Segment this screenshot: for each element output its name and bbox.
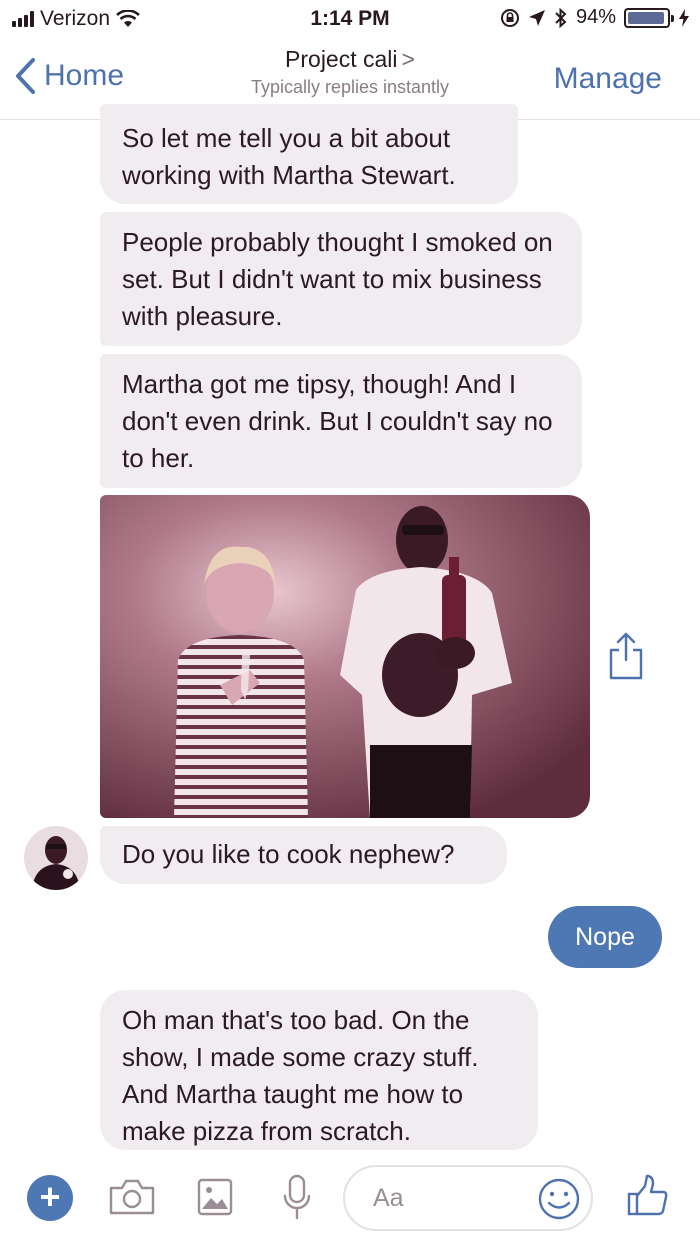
outgoing-message: Nope	[548, 906, 662, 968]
avatar[interactable]	[24, 826, 88, 890]
incoming-message: So let me tell you a bit about working w…	[100, 104, 518, 204]
share-icon[interactable]	[606, 630, 646, 680]
microphone-icon[interactable]	[282, 1174, 312, 1222]
plus-icon[interactable]: +	[27, 1175, 73, 1221]
thumbs-up-icon[interactable]	[627, 1174, 669, 1218]
incoming-message: Do you like to cook nephew?	[100, 826, 507, 884]
emoji-icon[interactable]	[537, 1177, 581, 1221]
chevron-right-icon: >	[401, 46, 415, 72]
charging-icon	[679, 8, 689, 27]
battery-percent: 94%	[575, 6, 616, 28]
bluetooth-icon	[555, 7, 567, 28]
incoming-message: Martha got me tipsy, though! And I don't…	[100, 354, 582, 488]
status-bar-right: 94%	[500, 6, 690, 29]
battery-icon	[624, 7, 674, 28]
location-icon	[528, 9, 545, 26]
status-bar: Verizon 1:14 PM 94%	[0, 0, 700, 40]
camera-icon[interactable]	[108, 1178, 156, 1216]
incoming-message: People probably thought I smoked on set.…	[100, 212, 582, 346]
manage-button[interactable]: Manage	[554, 62, 662, 96]
message-photo[interactable]	[100, 495, 590, 818]
image-icon[interactable]	[197, 1178, 233, 1216]
incoming-message: Oh man that's too bad. On the show, I ma…	[100, 990, 538, 1150]
conversation-title: Project cali	[285, 46, 398, 72]
rotation-lock-icon	[500, 8, 519, 27]
message-input[interactable]: Aa	[343, 1165, 593, 1231]
message-input-placeholder: Aa	[373, 1184, 404, 1212]
message-composer: + Aa	[0, 1160, 700, 1245]
